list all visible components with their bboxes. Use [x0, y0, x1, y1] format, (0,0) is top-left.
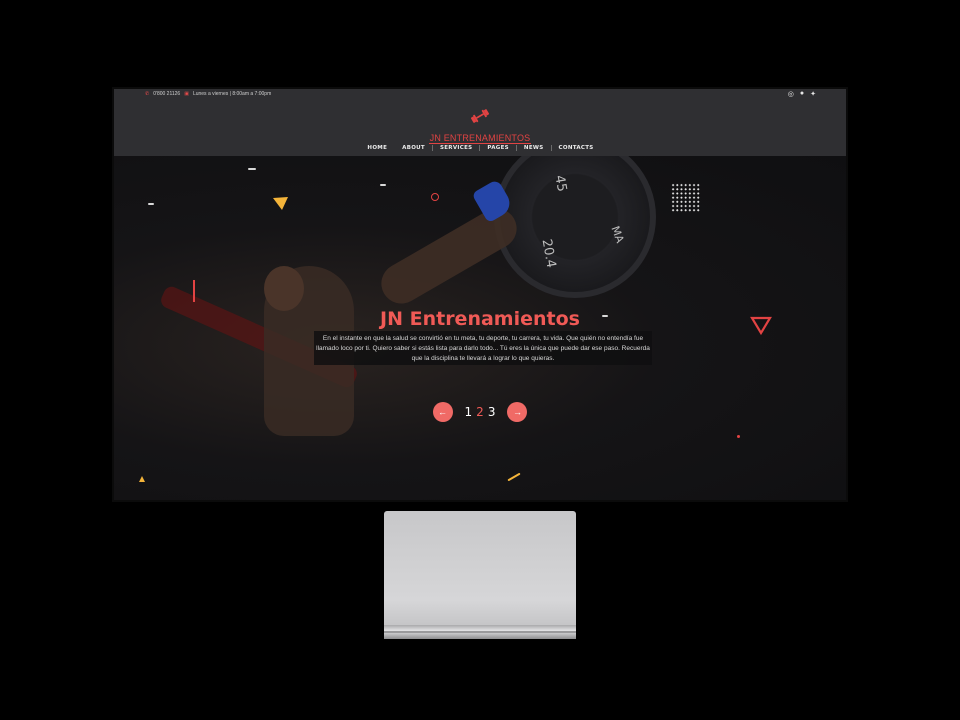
arrow-right-icon: →: [512, 407, 522, 417]
dash-decoration: [148, 203, 154, 205]
nav-about[interactable]: ABOUT: [394, 145, 432, 151]
dot-grid-decoration: [671, 183, 701, 213]
social-links: ◎ ● ✦: [788, 90, 816, 98]
page-1[interactable]: 1: [465, 405, 473, 419]
brand-name[interactable]: JN ENTRENAMIENTOS: [114, 133, 846, 143]
nav-services[interactable]: SERVICES: [431, 145, 479, 151]
contact-info: ✆ 0'800 21126 ▣ Lunes a viernes | 8:00am…: [145, 91, 271, 97]
main-nav: HOME ABOUT SERVICES PAGES NEWS CONTACTS: [114, 145, 846, 151]
prev-slide-button[interactable]: ←: [432, 402, 453, 422]
hero-slider: 45 20.4 MA JN Entrenamientos En el insta…: [114, 156, 846, 500]
dash-decoration: [248, 168, 256, 170]
monitor-stand-edge: [384, 631, 576, 633]
opening-hours: Lunes a viernes | 8:00am a 7:00pm: [192, 91, 272, 97]
next-slide-button[interactable]: →: [507, 402, 528, 422]
brand-underline: [429, 143, 531, 144]
page-numbers: 1 2 3: [465, 405, 496, 419]
nav-contacts[interactable]: CONTACTS: [550, 145, 601, 151]
dumbbell-icon[interactable]: [470, 109, 490, 123]
calendar-icon: ▣: [184, 91, 189, 97]
nav-news[interactable]: NEWS: [515, 145, 551, 151]
triangle-decoration: [273, 197, 288, 210]
page-2[interactable]: 2: [476, 405, 484, 419]
dash-decoration: [380, 184, 386, 186]
facebook-icon[interactable]: ●: [800, 90, 804, 98]
nav-home[interactable]: HOME: [359, 145, 394, 151]
athlete-leg-image: [374, 201, 524, 311]
nav-pages[interactable]: PAGES: [479, 145, 516, 151]
twitter-icon[interactable]: ✦: [810, 90, 816, 98]
hero-description: En el instante en que la salud se convir…: [316, 335, 650, 362]
phone-number: 0'800 21126: [153, 91, 181, 97]
hero-title: JN Entrenamientos: [380, 308, 580, 330]
instagram-icon[interactable]: ◎: [788, 90, 794, 98]
red-bar-decoration: [193, 280, 195, 302]
dash-decoration: [507, 472, 521, 482]
slider-pager: ← 1 2 3 →: [114, 402, 846, 422]
arrow-left-icon: ←: [438, 407, 448, 417]
page-3[interactable]: 3: [488, 405, 496, 419]
small-triangle-decoration: [139, 476, 145, 482]
phone-icon: ✆: [145, 91, 150, 97]
monitor-screen: ✆ 0'800 21126 ▣ Lunes a viernes | 8:00am…: [114, 89, 846, 500]
monitor-stand: [384, 511, 576, 639]
weight-plate-image: [494, 156, 656, 298]
plate-marking: 45: [551, 174, 570, 193]
ring-decoration: [431, 193, 439, 201]
site-header: JN ENTRENAMIENTOS HOME ABOUT SERVICES PA…: [114, 101, 846, 156]
athlete-head-image: [264, 266, 304, 311]
red-dot-decoration: [737, 435, 740, 438]
